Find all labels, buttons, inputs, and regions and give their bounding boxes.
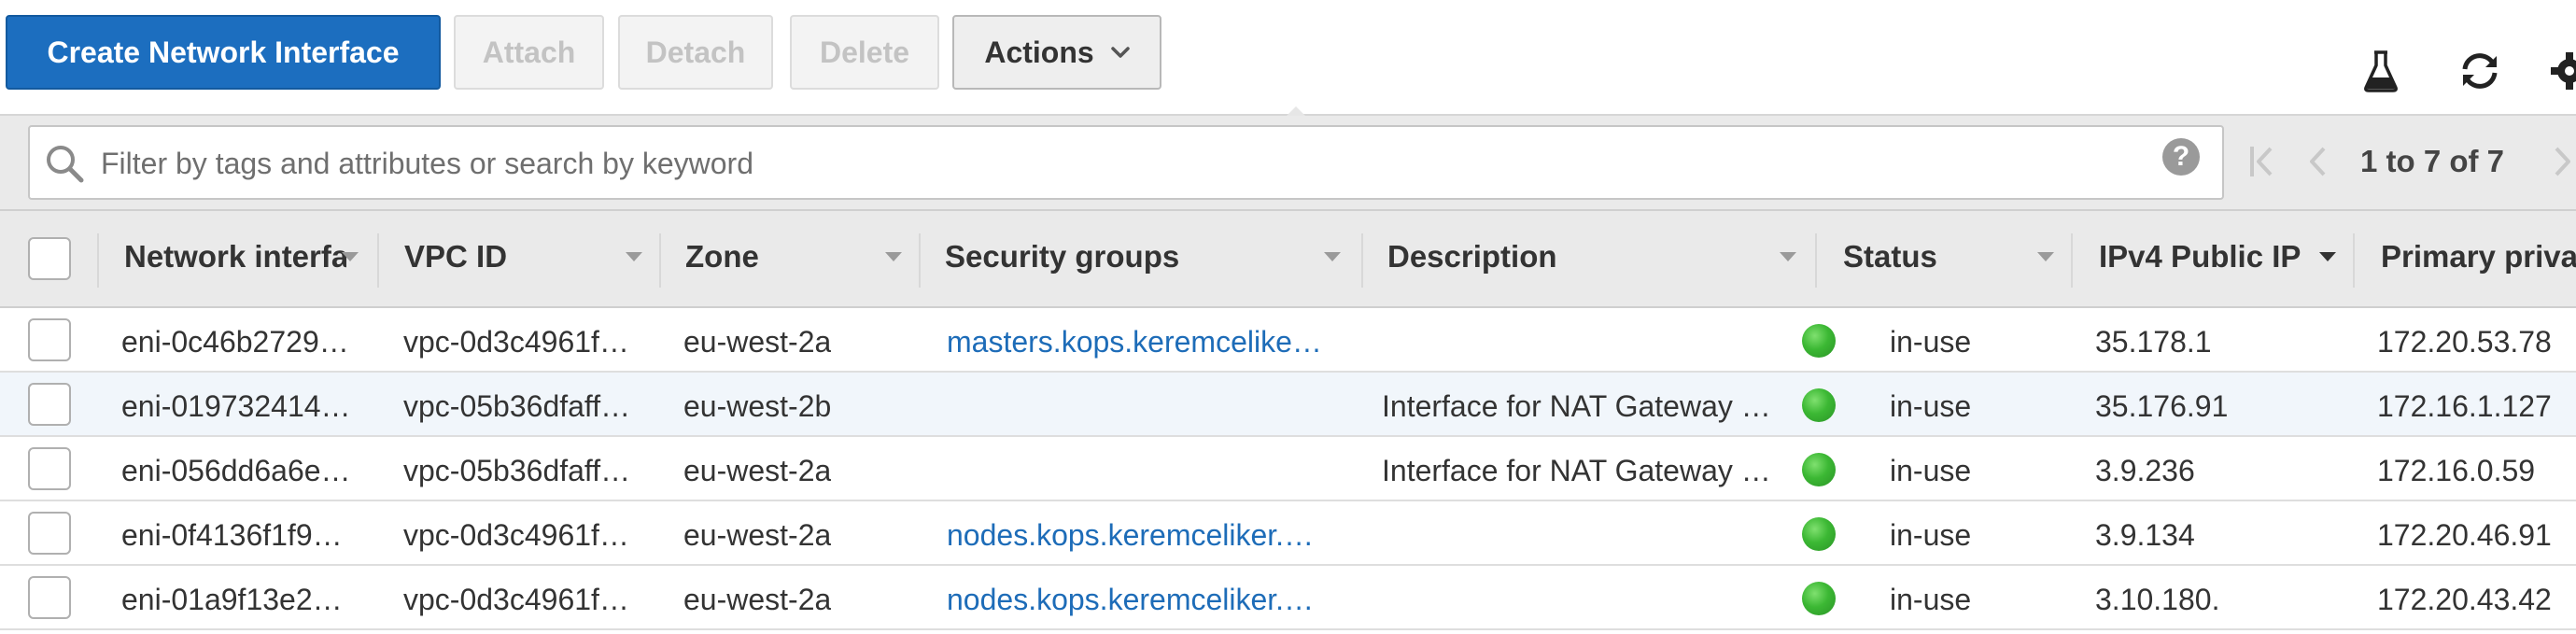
sort-icon[interactable] <box>2037 252 2054 261</box>
cell-status: in-use <box>1890 389 1972 423</box>
flask-icon[interactable] <box>2353 43 2409 99</box>
cell-primary-private-ip: 172.20.43.42 <box>2377 583 2552 616</box>
status-in-use-icon <box>1802 582 1836 615</box>
row-checkbox[interactable] <box>28 318 71 361</box>
select-all-checkbox[interactable] <box>28 237 71 280</box>
column-description[interactable]: Description <box>1387 239 1557 275</box>
delete-button[interactable]: Delete <box>790 15 939 90</box>
column-network-interface[interactable]: Network interfa <box>124 239 346 275</box>
column-divider <box>659 233 661 288</box>
first-page-icon[interactable] <box>2248 140 2276 183</box>
search-input[interactable] <box>99 136 2138 190</box>
status-in-use-icon <box>1802 517 1836 551</box>
cell-description: Interface for NAT Gateway … <box>1382 389 1771 423</box>
column-divider <box>919 233 921 288</box>
cell-description: Interface for NAT Gateway … <box>1382 454 1771 487</box>
column-zone[interactable]: Zone <box>685 239 759 275</box>
cell-network-interface: eni-0c46b2729… <box>121 325 349 359</box>
cell-ipv4-public-ip: 3.9.236 <box>2095 454 2195 487</box>
help-icon[interactable]: ? <box>2162 138 2200 176</box>
cell-zone: eu-west-2a <box>683 454 832 487</box>
cell-ipv4-public-ip: 35.176.91 <box>2095 389 2229 423</box>
table-row[interactable]: eni-056dd6a6e… vpc-05b36dfaff… eu-west-2… <box>0 437 2576 501</box>
cell-network-interface: eni-056dd6a6e… <box>121 454 351 487</box>
sort-icon[interactable] <box>2319 252 2336 261</box>
actions-dropdown[interactable]: Actions <box>952 15 1161 90</box>
status-in-use-icon <box>1802 453 1836 486</box>
filter-bar: ? 1 to 7 of 7 <box>0 116 2576 209</box>
detach-button[interactable]: Detach <box>618 15 773 90</box>
column-divider <box>97 233 99 288</box>
column-vpc-id[interactable]: VPC ID <box>404 239 507 275</box>
table-row[interactable]: eni-0f4136f1f9… vpc-0d3c4961f… eu-west-2… <box>0 501 2576 566</box>
cell-network-interface: eni-0f4136f1f9… <box>121 518 343 552</box>
cell-vpc-id: vpc-0d3c4961f… <box>403 518 629 552</box>
search-icon <box>43 142 86 190</box>
row-checkbox[interactable] <box>28 512 71 555</box>
previous-page-icon[interactable] <box>2306 140 2329 183</box>
next-page-icon[interactable] <box>2553 140 2573 183</box>
cell-security-group-link[interactable]: masters.kops.keremcelike… <box>947 325 1322 359</box>
sort-icon[interactable] <box>342 252 359 261</box>
cell-security-group-link[interactable]: nodes.kops.keremceliker.… <box>947 518 1314 553</box>
table-row[interactable]: eni-0c46b2729… vpc-0d3c4961f… eu-west-2a… <box>0 308 2576 373</box>
cell-primary-private-ip: 172.20.46.91 <box>2377 518 2552 552</box>
sort-icon[interactable] <box>1780 252 1796 261</box>
cell-status: in-use <box>1890 518 1972 552</box>
create-network-interface-button[interactable]: Create Network Interface <box>6 15 441 90</box>
table-row[interactable]: eni-01a9f13e2… vpc-0d3c4961f… eu-west-2a… <box>0 566 2576 630</box>
cell-status: in-use <box>1890 454 1972 487</box>
column-divider <box>1815 233 1817 288</box>
cell-network-interface: eni-01a9f13e2… <box>121 583 343 616</box>
cell-zone: eu-west-2b <box>683 389 832 423</box>
status-in-use-icon <box>1802 388 1836 422</box>
cell-vpc-id: vpc-05b36dfaff… <box>403 389 631 423</box>
cell-ipv4-public-ip: 35.178.1 <box>2095 325 2212 359</box>
column-status[interactable]: Status <box>1843 239 1937 275</box>
actions-label: Actions <box>984 35 1094 69</box>
table-row[interactable]: eni-019732414… vpc-05b36dfaff… eu-west-2… <box>0 373 2576 437</box>
cell-vpc-id: vpc-0d3c4961f… <box>403 325 629 359</box>
column-divider <box>2071 233 2073 288</box>
cell-primary-private-ip: 172.20.53.78 <box>2377 325 2552 359</box>
cell-primary-private-ip: 172.16.1.127 <box>2377 389 2552 423</box>
table-header: Network interfa VPC ID Zone Security gro… <box>0 209 2576 308</box>
column-divider <box>377 233 379 288</box>
attach-button[interactable]: Attach <box>454 15 604 90</box>
chevron-down-icon <box>1110 46 1130 59</box>
column-divider <box>2353 233 2355 288</box>
cell-ipv4-public-ip: 3.10.180. <box>2095 583 2220 616</box>
search-box <box>28 125 2224 200</box>
gear-icon[interactable] <box>2541 43 2576 99</box>
panel-notch <box>1287 106 1305 116</box>
cell-zone: eu-west-2a <box>683 325 832 359</box>
cell-network-interface: eni-019732414… <box>121 389 351 423</box>
sort-icon[interactable] <box>626 252 642 261</box>
status-in-use-icon <box>1802 324 1836 358</box>
column-security-groups[interactable]: Security groups <box>945 239 1179 275</box>
cell-zone: eu-west-2a <box>683 518 832 552</box>
pagination-label: 1 to 7 of 7 <box>2360 144 2505 178</box>
row-checkbox[interactable] <box>28 447 71 490</box>
cell-vpc-id: vpc-0d3c4961f… <box>403 583 629 616</box>
cell-primary-private-ip: 172.16.0.59 <box>2377 454 2536 487</box>
cell-vpc-id: vpc-05b36dfaff… <box>403 454 631 487</box>
refresh-icon[interactable] <box>2452 43 2508 99</box>
sort-icon[interactable] <box>1324 252 1341 261</box>
cell-zone: eu-west-2a <box>683 583 832 616</box>
column-ipv4-public-ip[interactable]: IPv4 Public IP <box>2099 239 2301 275</box>
row-checkbox[interactable] <box>28 576 71 619</box>
cell-status: in-use <box>1890 325 1972 359</box>
toolbar: Create Network Interface Attach Detach D… <box>0 0 2576 114</box>
column-divider <box>1361 233 1363 288</box>
cell-status: in-use <box>1890 583 1972 616</box>
cell-security-group-link[interactable]: nodes.kops.keremceliker.… <box>947 583 1314 617</box>
column-primary-private-ip[interactable]: Primary privat <box>2381 239 2576 275</box>
cell-ipv4-public-ip: 3.9.134 <box>2095 518 2195 552</box>
sort-icon[interactable] <box>885 252 902 261</box>
row-checkbox[interactable] <box>28 383 71 426</box>
